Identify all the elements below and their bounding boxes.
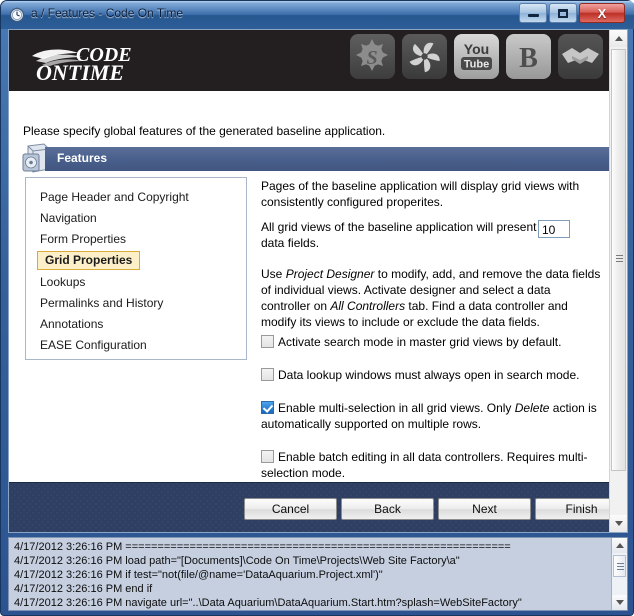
checkbox-enable-multi-selection[interactable] (261, 401, 274, 414)
log-scroll-down-button[interactable] (612, 595, 627, 610)
log-vertical-scrollbar[interactable] (611, 538, 627, 610)
data-fields-count-input[interactable] (538, 220, 570, 238)
pinwheel-icon[interactable] (402, 34, 447, 79)
log-line: 4/17/2012 3:26:16 PM if test="not(file/@… (14, 569, 383, 581)
chevron-up-icon (614, 36, 623, 41)
sidebar-item-label: Annotations (40, 317, 104, 331)
sidebar-item-lookups[interactable]: Lookups (40, 275, 85, 289)
section-header-bar: Features (45, 147, 609, 171)
sidebar-item-permalinks-and-history[interactable]: Permalinks and History (40, 296, 163, 310)
log-line: 4/17/2012 3:26:16 PM ===================… (14, 541, 511, 553)
feature-nav-list: Page Header and Copyright Navigation For… (25, 177, 247, 360)
main-vertical-scrollbar[interactable] (609, 30, 627, 532)
close-button[interactable]: X (579, 3, 625, 23)
section-title: Features (57, 151, 108, 165)
cancel-button[interactable]: Cancel (244, 498, 337, 520)
sidebar-item-label: Page Header and Copyright (40, 190, 189, 204)
checkbox-enable-batch-editing[interactable] (261, 450, 274, 463)
checkbox-activate-search-mode[interactable] (261, 335, 274, 348)
client-area: CODE ONTIME S You Tube B Please specify … (8, 29, 628, 533)
sidebar-item-label: Permalinks and History (40, 296, 164, 310)
log-line: 4/17/2012 3:26:16 PM end if (14, 583, 153, 595)
svg-text:You: You (464, 41, 489, 57)
instruction-text: Please specify global features of the ge… (23, 124, 386, 138)
checkbox-label: Enable batch editing in all data control… (261, 450, 588, 480)
paragraph-project-designer: Use Project Designer to modify, add, and… (261, 266, 601, 330)
back-button[interactable]: Back (341, 498, 434, 520)
log-scrollbar-thumb[interactable] (613, 555, 626, 577)
application-window: a / Features - Code On Time X CODE ONTIM… (0, 0, 634, 616)
chevron-up-icon (615, 543, 624, 548)
minimize-button[interactable] (519, 3, 547, 23)
checkbox-row-enable-batch-editing[interactable]: Enable batch editing in all data control… (261, 449, 606, 481)
chevron-down-icon (615, 600, 624, 605)
maximize-icon (550, 4, 576, 22)
checkbox-row-enable-multi-selection[interactable]: Enable multi-selection in all grid views… (261, 400, 606, 432)
chevron-down-icon (614, 521, 623, 526)
sidebar-item-form-properties[interactable]: Form Properties (40, 232, 126, 246)
minimize-icon (520, 4, 546, 22)
sidebar-item-label: Navigation (40, 211, 97, 225)
field-count-prefix: All grid views of the baseline applicati… (261, 220, 567, 234)
paragraph-grid-views: Pages of the baseline application will d… (261, 179, 580, 209)
checkbox-label: Data lookup windows must always open in … (278, 368, 580, 382)
clock-icon (9, 7, 25, 23)
sidebar-item-label: Lookups (40, 275, 86, 289)
sidebar-item-navigation[interactable]: Navigation (40, 211, 97, 225)
checkbox-label: Activate search mode in master grid view… (278, 335, 562, 349)
log-line: 4/17/2012 3:26:16 PM navigate url="..\Da… (14, 597, 522, 609)
sun-s-icon[interactable]: S (350, 34, 395, 79)
sidebar-item-page-header-and-copyright[interactable]: Page Header and Copyright (40, 190, 189, 204)
window-title: a / Features - Code On Time (31, 6, 184, 20)
checkbox-label: Enable multi-selection in all grid views… (278, 401, 515, 415)
sidebar-item-ease-configuration[interactable]: EASE Configuration (40, 338, 147, 352)
all-controllers-emphasis: All Controllers (330, 299, 406, 313)
youtube-icon[interactable]: You Tube (454, 34, 499, 79)
sidebar-item-label: Grid Properties (45, 253, 133, 267)
sidebar-item-grid-properties[interactable]: Grid Properties (37, 251, 141, 270)
log-scrollbar-grip-icon (617, 563, 624, 570)
scroll-up-button[interactable] (610, 30, 627, 47)
checkbox-row-activate-search-mode[interactable]: Activate search mode in master grid view… (261, 334, 606, 350)
handshake-icon[interactable] (558, 34, 603, 79)
sidebar-item-label: Form Properties (40, 232, 127, 246)
designer-text-part1: Use (261, 267, 286, 281)
sidebar-item-label: EASE Configuration (40, 338, 147, 352)
project-designer-emphasis: Project Designer (285, 267, 375, 281)
title-bar[interactable]: a / Features - Code On Time X (1, 1, 634, 29)
next-button[interactable]: Next (438, 498, 531, 520)
scrollbar-thumb[interactable] (611, 49, 626, 471)
scrollbar-grip-icon (616, 255, 623, 262)
code-on-time-logo: CODE ONTIME (30, 40, 230, 85)
svg-text:Tube: Tube (464, 59, 489, 71)
maximize-button[interactable] (549, 3, 577, 23)
wizard-button-bar: Cancel Back Next Finish (9, 482, 627, 532)
field-count-suffix: data fields. (261, 236, 320, 250)
svg-text:ONTIME: ONTIME (36, 60, 124, 82)
checkbox-row-data-lookup-search-mode[interactable]: Data lookup windows must always open in … (261, 367, 606, 383)
svg-text:S: S (366, 47, 377, 69)
sidebar-item-annotations[interactable]: Annotations (40, 317, 103, 331)
brand-header: CODE ONTIME S You Tube B (9, 30, 610, 91)
blogger-icon[interactable]: B (506, 34, 551, 79)
log-output-pane[interactable]: 4/17/2012 3:26:16 PM ===================… (8, 537, 628, 611)
close-icon: X (597, 5, 607, 21)
log-scroll-up-button[interactable] (612, 538, 627, 553)
log-line: 4/17/2012 3:26:16 PM load path="[Documen… (14, 555, 460, 567)
delete-emphasis: Delete (514, 401, 550, 415)
checkbox-data-lookup-search-mode[interactable] (261, 368, 274, 381)
svg-text:B: B (519, 43, 538, 74)
scroll-down-button[interactable] (610, 515, 627, 532)
